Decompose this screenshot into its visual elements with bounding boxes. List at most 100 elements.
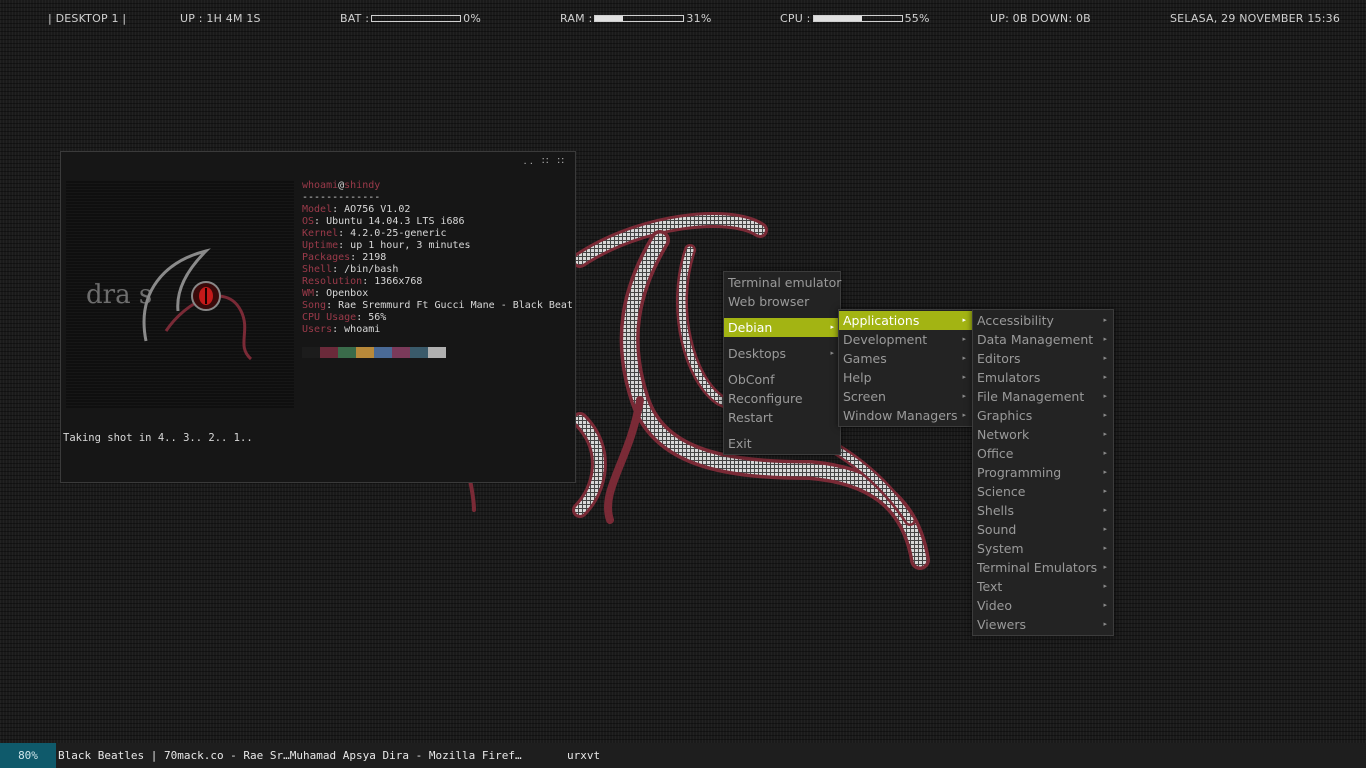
menu-item-label: Office bbox=[977, 446, 1014, 461]
menu-item-label: Viewers bbox=[977, 617, 1027, 632]
debian-menu-item-help[interactable]: Help ▸ bbox=[839, 368, 972, 387]
cpu-label: CPU : bbox=[780, 12, 811, 25]
submenu-arrow-icon: ▸ bbox=[1103, 316, 1107, 324]
info-value: /bin/bash bbox=[344, 264, 399, 275]
palette-swatch bbox=[428, 347, 446, 358]
menu-item-label: Network bbox=[977, 427, 1030, 442]
info-value: whoami bbox=[344, 324, 381, 335]
applications-menu-item-science[interactable]: Science ▸ bbox=[973, 482, 1113, 501]
submenu-arrow-icon: ▸ bbox=[1103, 354, 1107, 362]
submenu-arrow-icon: ▸ bbox=[1103, 563, 1107, 571]
debian-menu-item-games[interactable]: Games ▸ bbox=[839, 349, 972, 368]
menu-item-label: File Management bbox=[977, 389, 1085, 404]
info-separator: : bbox=[362, 276, 375, 287]
menu-item-label: System bbox=[977, 541, 1024, 556]
debian-menu-item-screen[interactable]: Screen ▸ bbox=[839, 387, 972, 406]
prompt-host: shindy bbox=[344, 180, 381, 191]
info-key: WM bbox=[302, 288, 315, 299]
menu-item-label: Window Managers bbox=[843, 408, 958, 423]
submenu-arrow-icon: ▸ bbox=[962, 354, 966, 362]
submenu-arrow-icon: ▸ bbox=[1103, 582, 1107, 590]
battery-indicator: 80% bbox=[0, 743, 56, 768]
applications-menu-item-file-management[interactable]: File Management ▸ bbox=[973, 387, 1113, 406]
info-key: Uptime bbox=[302, 240, 339, 251]
applications-menu-item-office[interactable]: Office ▸ bbox=[973, 444, 1113, 463]
applications-menu-item-video[interactable]: Video ▸ bbox=[973, 596, 1113, 615]
info-value: 1366x768 bbox=[374, 276, 423, 287]
ram-label: RAM : bbox=[560, 12, 593, 25]
info-value: Openbox bbox=[326, 288, 369, 299]
submenu-arrow-icon: ▸ bbox=[1103, 449, 1107, 457]
submenu-arrow-icon: ▸ bbox=[830, 323, 834, 331]
info-key: OS bbox=[302, 216, 315, 227]
info-value: Ubuntu 14.04.3 LTS i686 bbox=[326, 216, 465, 227]
info-separator: : bbox=[350, 252, 363, 263]
applications-menu-item-accessibility[interactable]: Accessibility ▸ bbox=[973, 311, 1113, 330]
submenu-arrow-icon: ▸ bbox=[1103, 468, 1107, 476]
info-key: Resolution bbox=[302, 276, 363, 287]
applications-menu-item-network[interactable]: Network ▸ bbox=[973, 425, 1113, 444]
applications-menu-item-text[interactable]: Text ▸ bbox=[973, 577, 1113, 596]
menu-item-label: Restart bbox=[728, 410, 773, 425]
applications-menu-item-data-management[interactable]: Data Management ▸ bbox=[973, 330, 1113, 349]
applications-menu-item-graphics[interactable]: Graphics ▸ bbox=[973, 406, 1113, 425]
info-key: Kernel bbox=[302, 228, 339, 239]
debian-menu-item-development[interactable]: Development ▸ bbox=[839, 330, 972, 349]
info-value: 2198 bbox=[362, 252, 387, 263]
cpu-meter bbox=[812, 14, 903, 22]
cpu-meter-group: CPU : 55% bbox=[780, 12, 930, 25]
menu-item-label: Editors bbox=[977, 351, 1021, 366]
root-menu-item-reconfigure[interactable]: Reconfigure bbox=[724, 389, 840, 408]
top-status-bar: | DESKTOP 1 | UP : 1H 4M 1S BAT : 0% RAM … bbox=[0, 0, 1366, 38]
prompt-user: whoami bbox=[302, 180, 339, 191]
info-key: Packages bbox=[302, 252, 351, 263]
terminal-command-output: Taking shot in 4.. 3.. 2.. 1.. bbox=[63, 432, 253, 444]
applications-menu-item-sound[interactable]: Sound ▸ bbox=[973, 520, 1113, 539]
palette-swatch bbox=[338, 347, 356, 358]
menu-item-label: Shells bbox=[977, 503, 1015, 518]
root-menu-item-terminal-emulator[interactable]: Terminal emulator bbox=[724, 273, 841, 292]
submenu-arrow-icon: ▸ bbox=[830, 349, 834, 357]
root-menu-item-web-browser[interactable]: Web browser bbox=[724, 292, 840, 311]
applications-menu-item-system[interactable]: System ▸ bbox=[973, 539, 1113, 558]
menu-item-label: Development bbox=[843, 332, 928, 347]
applications-menu-item-programming[interactable]: Programming ▸ bbox=[973, 463, 1113, 482]
distro-logo-image: dra s bbox=[66, 181, 294, 409]
taskbar-item-urxvt[interactable]: urxvt bbox=[567, 743, 600, 768]
window-control-buttons[interactable]: .. ∷ ∷ bbox=[524, 156, 567, 167]
applications-menu-item-emulators[interactable]: Emulators ▸ bbox=[973, 368, 1113, 387]
debian-submenu: Applications ▸ Development ▸ Games ▸ Help ▸ Scre… bbox=[838, 309, 973, 427]
applications-menu-item-terminal-emulators[interactable]: Terminal Emulators ▸ bbox=[973, 558, 1113, 577]
applications-menu-item-editors[interactable]: Editors ▸ bbox=[973, 349, 1113, 368]
root-menu: Terminal emulator Web browser Debian ▸ Deskt… bbox=[723, 271, 841, 455]
submenu-arrow-icon: ▸ bbox=[1103, 487, 1107, 495]
root-menu-item-restart[interactable]: Restart bbox=[724, 408, 840, 427]
menu-item-label: Exit bbox=[728, 436, 752, 451]
info-value: up 1 hour, 3 minutes bbox=[350, 240, 471, 251]
submenu-arrow-icon: ▸ bbox=[1103, 373, 1107, 381]
ram-meter-fill bbox=[595, 15, 623, 21]
desktop-indicator[interactable]: | DESKTOP 1 | bbox=[48, 12, 126, 25]
info-separator: : bbox=[314, 216, 327, 227]
bottom-taskbar: 80% Black Beatles | 70mack.co - Rae Sr…M… bbox=[0, 743, 1366, 768]
debian-menu-item-window-managers[interactable]: Window Managers ▸ bbox=[839, 406, 972, 425]
menu-separator bbox=[724, 427, 840, 434]
debian-menu-item-applications[interactable]: Applications ▸ bbox=[839, 311, 972, 330]
menu-separator bbox=[724, 337, 840, 344]
root-menu-item-desktops[interactable]: Desktops ▸ bbox=[724, 344, 840, 363]
root-menu-item-obconf[interactable]: ObConf bbox=[724, 370, 840, 389]
color-palette bbox=[302, 347, 446, 358]
applications-menu-item-viewers[interactable]: Viewers ▸ bbox=[973, 615, 1113, 634]
prompt-underline: ------------- bbox=[302, 192, 381, 203]
taskbar-item-firefox[interactable]: Black Beatles | 70mack.co - Rae Sr…Muham… bbox=[58, 743, 522, 768]
battery-value: 0% bbox=[463, 12, 481, 25]
battery-label: BAT : bbox=[340, 12, 370, 25]
menu-item-label: Text bbox=[977, 579, 1003, 594]
network-traffic: UP: 0B DOWN: 0B bbox=[990, 12, 1091, 25]
info-separator: : bbox=[338, 240, 351, 251]
root-menu-item-exit[interactable]: Exit bbox=[724, 434, 840, 453]
applications-menu-item-shells[interactable]: Shells ▸ bbox=[973, 501, 1113, 520]
root-menu-item-debian[interactable]: Debian ▸ bbox=[724, 318, 840, 337]
terminal-window[interactable]: .. ∷ ∷ dra s whoami@shindy -------------… bbox=[60, 151, 576, 483]
submenu-arrow-icon: ▸ bbox=[962, 411, 966, 419]
